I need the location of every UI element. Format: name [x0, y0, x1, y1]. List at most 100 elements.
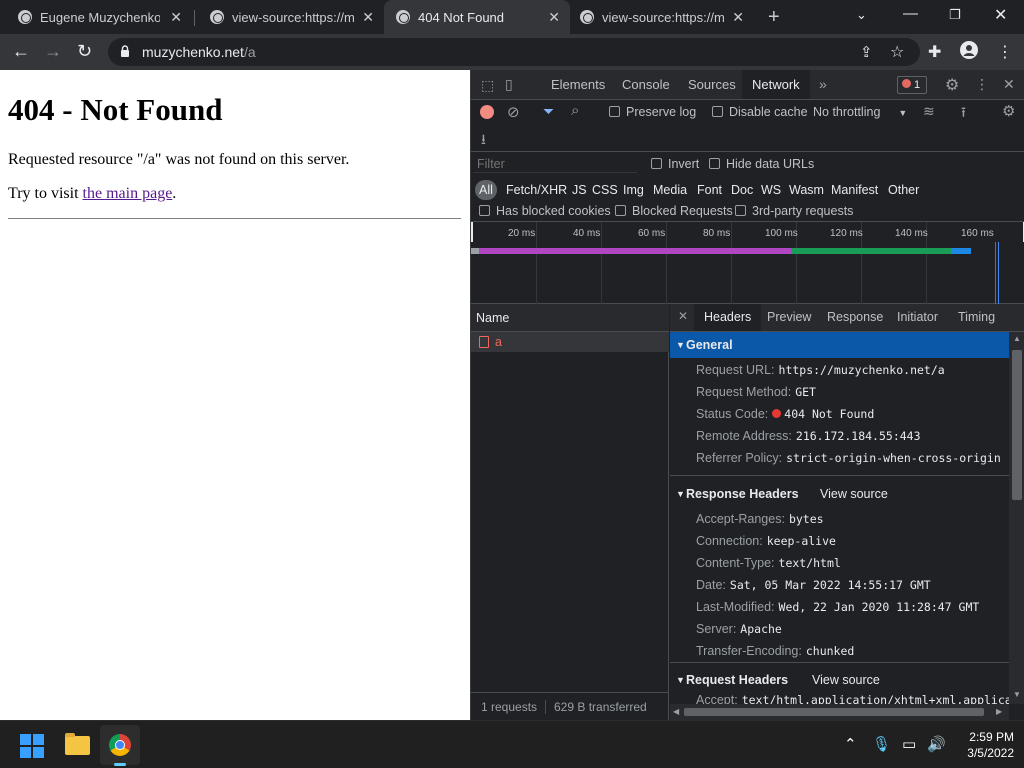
network-conditions-icon[interactable]: ≋ — [923, 103, 935, 120]
file-explorer-icon[interactable] — [65, 733, 90, 755]
filter-input[interactable] — [473, 155, 637, 173]
profile-avatar[interactable] — [960, 41, 978, 64]
invert-checkbox[interactable]: Invert — [651, 157, 699, 171]
request-count: 1 requests — [481, 700, 538, 714]
horizontal-scrollbar[interactable]: ◀ ▶ — [670, 704, 1009, 720]
timeline-bar-waiting — [479, 248, 791, 254]
tab-initiator[interactable]: Initiator — [897, 304, 938, 331]
network-timeline-overview[interactable]: 20 ms 40 ms 60 ms 80 ms 100 ms 120 ms 14… — [471, 222, 1024, 304]
extensions-icon[interactable]: ✚ — [928, 42, 941, 62]
filter-type-font[interactable]: Font — [697, 180, 722, 200]
browser-tab[interactable]: Eugene Muzychenko ✕ — [0, 0, 192, 34]
network-icon[interactable]: ▭ — [902, 735, 916, 753]
minimize-button[interactable]: — — [903, 5, 918, 22]
name-column-header[interactable]: Name — [471, 304, 669, 332]
tab-network[interactable]: Network — [742, 70, 810, 99]
show-hidden-icons-chevron-icon[interactable]: ⌃ — [844, 735, 857, 753]
filter-type-manifest[interactable]: Manifest — [831, 180, 878, 200]
close-detail-icon[interactable]: ✕ — [678, 309, 688, 323]
tab-sources[interactable]: Sources — [688, 70, 736, 99]
error-count-badge[interactable]: 1 — [897, 76, 927, 94]
tab-timing[interactable]: Timing — [958, 304, 995, 331]
tab-preview[interactable]: Preview — [767, 304, 811, 331]
devtools-menu-icon[interactable]: ⋮ — [975, 76, 989, 93]
has-blocked-cookies-checkbox[interactable]: Has blocked cookies — [479, 204, 611, 218]
scrollbar-thumb[interactable] — [1012, 350, 1022, 500]
request-row[interactable]: a — [471, 332, 669, 352]
scroll-up-arrow-icon[interactable]: ▲ — [1013, 334, 1021, 343]
header-row: Server: Apache — [696, 622, 782, 636]
chrome-taskbar-button[interactable] — [100, 725, 140, 766]
bookmark-star-icon[interactable]: ☆ — [890, 42, 904, 62]
view-source-link[interactable]: View source — [820, 481, 888, 507]
clock-date: 3/5/2022 — [967, 746, 1014, 760]
main-page-link[interactable]: the main page — [83, 185, 173, 202]
start-button[interactable] — [20, 734, 44, 758]
headers-scroll-area[interactable]: ▼ General Request URL: https://muzychenko.… — [670, 332, 1009, 704]
search-icon[interactable]: ⌕ — [571, 102, 579, 119]
browser-tab[interactable]: view-source:https://muzychenko.net ✕ — [192, 0, 384, 34]
filter-type-css[interactable]: CSS — [592, 180, 618, 200]
close-window-button[interactable]: ✕ — [994, 5, 1007, 25]
tab-elements[interactable]: Elements — [551, 70, 605, 99]
share-icon[interactable]: ⇪ — [860, 43, 873, 61]
export-har-icon[interactable]: ⭳ — [481, 129, 486, 153]
filter-type-doc[interactable]: Doc — [731, 180, 753, 200]
clear-icon[interactable]: ⊘ — [507, 103, 520, 121]
scroll-right-arrow-icon[interactable]: ▶ — [996, 707, 1002, 716]
view-source-link[interactable]: View source — [812, 667, 880, 693]
filter-funnel-icon[interactable]: ⏷ — [543, 103, 554, 120]
filter-type-media[interactable]: Media — [653, 180, 687, 200]
close-tab-icon[interactable]: ✕ — [732, 9, 744, 26]
browser-tab-active[interactable]: 404 Not Found ✕ — [384, 0, 570, 34]
clock[interactable]: 2:59 PM 3/5/2022 — [952, 729, 1014, 761]
reload-button[interactable]: ↻ — [77, 41, 92, 62]
microphone-icon[interactable]: 🎙 — [872, 735, 891, 753]
response-headers-title: Response Headers — [686, 487, 799, 501]
tab-console[interactable]: Console — [622, 70, 670, 99]
menu-kebab-icon[interactable]: ⋮ — [997, 42, 1013, 62]
back-button[interactable]: ← — [12, 41, 30, 62]
filter-type-js[interactable]: JS — [572, 180, 587, 200]
close-devtools-icon[interactable]: ✕ — [1003, 76, 1015, 93]
browser-tab[interactable]: view-source:https://muzychenko.net ✕ — [570, 0, 754, 34]
filter-type-other[interactable]: Other — [888, 180, 919, 200]
scrollbar-thumb[interactable] — [684, 708, 984, 716]
scroll-down-arrow-icon[interactable]: ▼ — [1013, 690, 1021, 699]
record-icon[interactable] — [480, 105, 494, 119]
filter-type-all[interactable]: All — [475, 180, 497, 200]
hide-data-urls-checkbox[interactable]: Hide data URLs — [709, 157, 814, 171]
request-headers-section-header[interactable]: ▼ Request Headers View source — [670, 667, 1009, 693]
third-party-requests-checkbox[interactable]: 3rd-party requests — [735, 204, 853, 218]
address-bar[interactable]: muzychenko.net/a ⇪ ☆ — [108, 38, 920, 66]
filter-type-img[interactable]: Img — [623, 180, 644, 200]
device-toolbar-icon[interactable]: ▯ — [505, 76, 513, 93]
forward-button[interactable]: → — [44, 41, 62, 62]
inspect-element-icon[interactable]: ⬚ — [481, 77, 494, 94]
more-tabs-icon[interactable]: » — [819, 76, 827, 92]
filter-type-ws[interactable]: WS — [761, 180, 781, 200]
throttling-select[interactable]: No throttling ▼ — [813, 105, 907, 119]
preserve-log-checkbox[interactable]: Preserve log — [609, 105, 696, 119]
filter-type-fetch-xhr[interactable]: Fetch/XHR — [506, 180, 567, 200]
blocked-requests-checkbox[interactable]: Blocked Requests — [615, 204, 733, 218]
close-tab-icon[interactable]: ✕ — [362, 9, 374, 26]
timeline-left-handle[interactable] — [471, 222, 473, 242]
response-headers-section-header[interactable]: ▼ Response Headers View source — [670, 481, 1009, 507]
network-settings-icon[interactable]: ⚙ — [1002, 102, 1015, 120]
close-tab-icon[interactable]: ✕ — [548, 9, 560, 26]
settings-gear-icon[interactable]: ⚙ — [945, 75, 959, 95]
restore-button[interactable]: ❐ — [949, 7, 961, 23]
filter-type-wasm[interactable]: Wasm — [789, 180, 824, 200]
tab-headers[interactable]: Headers — [694, 304, 762, 331]
close-tab-icon[interactable]: ✕ — [170, 9, 182, 26]
disable-cache-checkbox[interactable]: Disable cache — [712, 105, 808, 119]
import-har-icon[interactable]: ⭱ — [961, 102, 966, 126]
tab-response[interactable]: Response — [827, 304, 883, 331]
new-tab-button[interactable]: + — [768, 6, 780, 29]
vertical-scrollbar[interactable]: ▲ ▼ — [1009, 332, 1024, 704]
volume-icon[interactable]: 🔊 — [927, 735, 946, 753]
scroll-left-arrow-icon[interactable]: ◀ — [673, 707, 679, 716]
tab-search-icon[interactable]: ⌄ — [856, 7, 867, 23]
general-section-header[interactable]: ▼ General — [670, 332, 1009, 358]
